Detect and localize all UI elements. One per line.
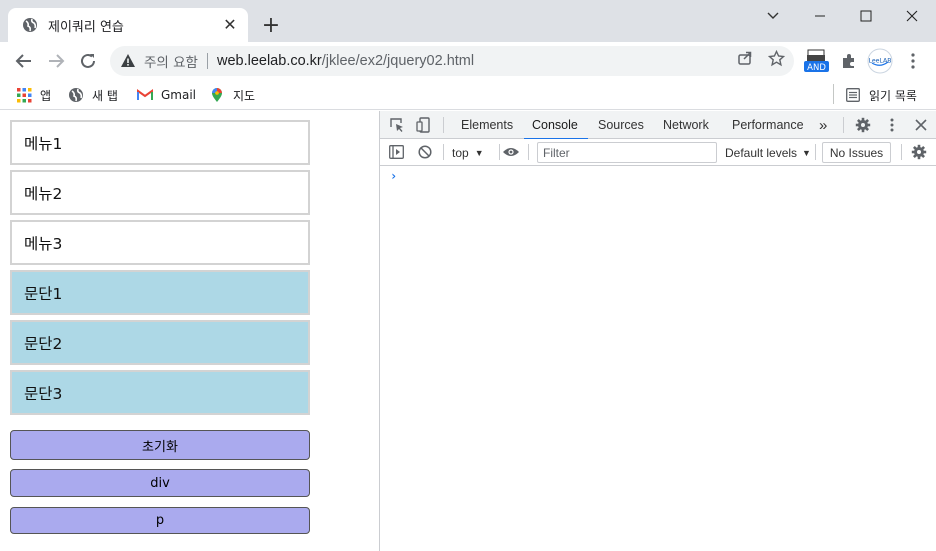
maps-pin-icon	[209, 87, 225, 103]
bookmarks-divider	[833, 84, 834, 104]
settings-gear-icon[interactable]	[854, 116, 872, 134]
tab-title: 제이쿼리 연습	[48, 19, 124, 35]
url-host: web.leelab.co.kr	[216, 53, 322, 69]
warning-icon[interactable]	[120, 53, 136, 69]
inspect-element-icon[interactable]	[388, 116, 406, 134]
devtools-divider	[499, 144, 500, 160]
bookmark-apps[interactable]: 앱	[16, 84, 51, 106]
clear-console-icon[interactable]	[416, 143, 434, 161]
console-toolbar: top ▼ Filter Default levels ▼ No Issues	[380, 139, 936, 166]
bookmark-label: 지도	[233, 88, 256, 103]
reading-list[interactable]: 읽기 목록	[845, 84, 917, 106]
bookmark-star-icon[interactable]	[767, 49, 785, 67]
console-settings-gear-icon[interactable]	[910, 143, 928, 161]
paragraph-1[interactable]: 문단1	[10, 270, 310, 315]
url-text[interactable]: web.leelab.co.kr/jklee/ex2/jquery02.html	[217, 53, 474, 69]
bookmark-label: 새 탭	[92, 88, 118, 103]
url-path: /jklee/ex2/jquery02.html	[321, 53, 475, 69]
p-button[interactable]: p	[10, 507, 310, 534]
tab-sources[interactable]: Sources	[598, 111, 644, 139]
reading-list-icon	[845, 87, 861, 103]
address-bar[interactable]: 주의 요함 web.leelab.co.kr/jklee/ex2/jquery0…	[110, 46, 794, 76]
log-levels-label: Default levels	[725, 146, 798, 160]
new-tab-button[interactable]: +	[260, 13, 282, 38]
more-tabs-icon[interactable]: »	[819, 111, 827, 139]
tab-performance[interactable]: Performance	[732, 111, 804, 139]
devtools-close-icon[interactable]	[912, 116, 930, 134]
bookmark-label: Gmail	[161, 88, 197, 102]
page-viewport: 메뉴1 메뉴2 메뉴3 문단1 문단2 문단3 초기화 div p	[0, 111, 379, 551]
bookmark-gmail[interactable]: Gmail	[137, 84, 196, 106]
security-label[interactable]: 주의 요함	[144, 51, 198, 71]
omnibox-divider	[206, 53, 208, 69]
devtools-divider	[443, 144, 444, 160]
maximize-icon[interactable]	[843, 0, 889, 32]
paragraph-3[interactable]: 문단3	[10, 370, 310, 415]
issues-button[interactable]: No Issues	[822, 142, 891, 163]
device-toggle-icon[interactable]	[415, 116, 433, 134]
tab-search-icon[interactable]	[750, 0, 796, 32]
apps-grid-icon	[16, 87, 32, 103]
globe-icon	[22, 17, 38, 33]
live-expression-eye-icon[interactable]	[502, 143, 520, 161]
menu-box-3[interactable]: 메뉴3	[10, 220, 310, 265]
bookmark-maps[interactable]: 지도	[209, 84, 255, 106]
devtools-divider	[901, 144, 902, 160]
div-button[interactable]: div	[10, 469, 310, 497]
browser-toolbar: 주의 요함 web.leelab.co.kr/jklee/ex2/jquery0…	[0, 42, 936, 80]
tab-console[interactable]: Console	[524, 111, 588, 140]
sidebar-toggle-icon[interactable]	[387, 143, 405, 161]
paragraph-2[interactable]: 문단2	[10, 320, 310, 365]
console-filter-input[interactable]: Filter	[537, 142, 717, 163]
caret-down-icon: ▼	[474, 148, 484, 158]
browser-tab[interactable]: 제이쿼리 연습 ✕	[8, 8, 248, 42]
log-levels-dropdown[interactable]: Default levels ▼	[725, 144, 811, 162]
gmail-icon	[137, 87, 153, 103]
svg-text:AND: AND	[807, 63, 826, 73]
bookmark-label: 앱	[40, 88, 52, 103]
devtools-tab-bar: Elements Console Sources Network Perform…	[380, 111, 936, 140]
context-selector[interactable]: top ▼	[452, 144, 484, 162]
extension-and-icon[interactable]: AND	[803, 48, 829, 74]
console-prompt[interactable]: ›	[390, 169, 397, 183]
kebab-menu-icon[interactable]	[900, 48, 926, 74]
minimize-icon[interactable]	[797, 0, 843, 32]
forward-arrow-icon[interactable]	[44, 49, 68, 73]
close-window-icon[interactable]	[889, 0, 935, 32]
profile-leelab-icon[interactable]: LeeLAB	[867, 48, 893, 74]
tab-elements[interactable]: Elements	[461, 111, 513, 139]
menu-box-1[interactable]: 메뉴1	[10, 120, 310, 165]
devtools-divider	[815, 144, 816, 160]
tab-close-icon[interactable]: ✕	[222, 17, 238, 34]
devtools-panel: Elements Console Sources Network Perform…	[379, 111, 936, 551]
svg-text:LeeLAB: LeeLAB	[868, 58, 891, 65]
devtools-divider	[528, 144, 529, 160]
back-arrow-icon[interactable]	[12, 49, 36, 73]
globe-icon	[68, 87, 84, 103]
context-label: top	[452, 146, 469, 160]
devtools-divider	[843, 117, 844, 133]
caret-down-icon: ▼	[802, 148, 811, 158]
puzzle-extensions-icon[interactable]	[836, 48, 862, 74]
title-bar: 제이쿼리 연습 ✕ +	[0, 0, 936, 42]
tab-network[interactable]: Network	[663, 111, 709, 139]
share-icon[interactable]	[736, 49, 754, 67]
menu-box-2[interactable]: 메뉴2	[10, 170, 310, 215]
devtools-divider	[443, 117, 444, 133]
bookmarks-bar: 앱 새 탭 Gmail 지도 읽기 목록	[0, 80, 936, 110]
reset-button[interactable]: 초기화	[10, 430, 310, 460]
bookmark-new-tab[interactable]: 새 탭	[68, 84, 118, 106]
reload-icon[interactable]	[76, 49, 100, 73]
reading-list-label: 읽기 목록	[869, 88, 917, 103]
devtools-kebab-icon[interactable]	[883, 116, 901, 134]
